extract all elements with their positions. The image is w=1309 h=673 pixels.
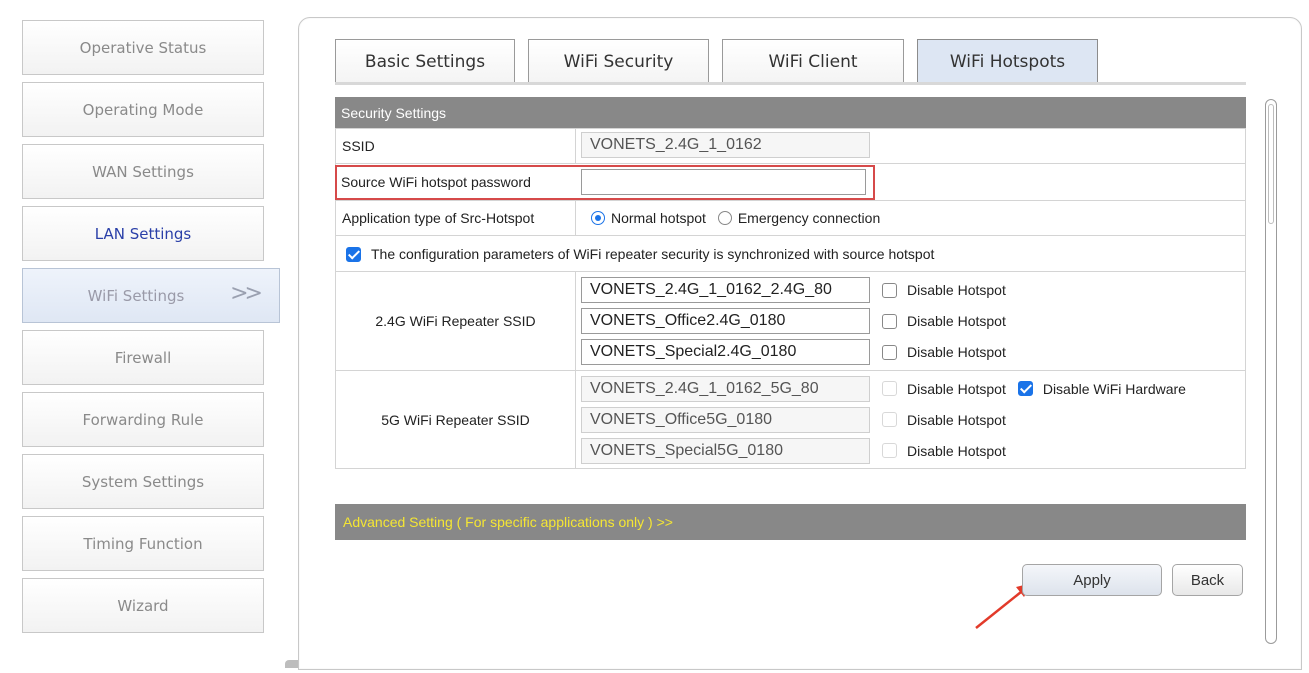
ssid-cell: VONETS_2.4G_1_0162 — [575, 128, 1246, 164]
sidebar-item-wifi-settings[interactable]: WiFi Settings >> — [22, 268, 280, 323]
disable-hotspot-checkbox[interactable] — [882, 313, 897, 329]
sidebar-item-label: Operative Status — [79, 38, 207, 57]
repeater-24-entry: VONETS_Office2.4G_0180 Disable Hotspot — [581, 306, 1245, 337]
disable-wifi-hardware-checkbox[interactable] — [1017, 381, 1033, 396]
tab-bar: Basic Settings WiFi Security WiFi Client… — [335, 39, 1111, 84]
sidebar-item-label: Operating Mode — [82, 100, 204, 119]
ssid-label: SSID — [335, 128, 576, 164]
sidebar-item-label: LAN Settings — [94, 224, 192, 243]
repeater-5-entry: VONETS_2.4G_1_0162_5G_80 Disable Hotspot… — [581, 373, 1245, 404]
repeater-5-ssid-field: VONETS_Special5G_0180 — [581, 437, 870, 464]
sync-cell: The configuration parameters of WiFi rep… — [335, 235, 1246, 272]
disable-hotspot-label: Disable Hotspot — [907, 411, 1006, 428]
sidebar-item-system-settings[interactable]: System Settings — [22, 454, 264, 509]
tab-underline — [335, 82, 1246, 85]
repeater-24-entry: VONETS_2.4G_1_0162_2.4G_80 Disable Hotsp… — [581, 275, 1245, 306]
sidebar-item-operative-status[interactable]: Operative Status — [22, 20, 264, 75]
ssid-row: SSID VONETS_2.4G_1_0162 — [335, 128, 1246, 164]
sidebar-item-firewall[interactable]: Firewall — [22, 330, 264, 385]
sync-checkbox[interactable] — [346, 246, 361, 262]
repeater-5-row: 5G WiFi Repeater SSID VONETS_2.4G_1_0162… — [335, 370, 1246, 469]
sidebar-item-operating-mode[interactable]: Operating Mode — [22, 82, 264, 137]
sidebar-item-label: Forwarding Rule — [82, 410, 204, 429]
app-type-row: Application type of Src-Hotspot Normal h… — [335, 200, 1246, 236]
sidebar-item-label: Timing Function — [83, 534, 203, 553]
ssid-field: VONETS_2.4G_1_0162 — [581, 131, 870, 158]
disable-hotspot-checkbox[interactable] — [882, 344, 897, 360]
disable-hotspot-checkbox[interactable] — [882, 443, 897, 458]
router-settings-page: Operative Status Operating Mode WAN Sett… — [0, 0, 1309, 673]
password-label: Source WiFi hotspot password — [341, 174, 531, 190]
password-highlight-box: Source WiFi hotspot password — [335, 164, 875, 200]
password-row: Source WiFi hotspot password — [335, 163, 1246, 201]
repeater-24-row: 2.4G WiFi Repeater SSID VONETS_2.4G_1_01… — [335, 271, 1246, 371]
disable-hotspot-label: Disable Hotspot — [907, 313, 1006, 329]
vertical-scrollbar[interactable] — [1265, 99, 1277, 644]
settings-table: SSID VONETS_2.4G_1_0162 Source WiFi hots… — [335, 128, 1246, 469]
repeater-5-label: 5G WiFi Repeater SSID — [335, 370, 576, 469]
tab-basic-settings[interactable]: Basic Settings — [335, 39, 515, 84]
sidebar-item-wan-settings[interactable]: WAN Settings — [22, 144, 264, 199]
repeater-24-ssid-input[interactable]: VONETS_Special2.4G_0180 — [581, 339, 870, 365]
disable-hotspot-label: Disable Hotspot — [907, 344, 1006, 360]
sidebar-item-label: WiFi Settings — [87, 286, 185, 305]
repeater-24-ssid-input[interactable]: VONETS_2.4G_1_0162_2.4G_80 — [581, 277, 870, 303]
disable-hotspot-label: Disable Hotspot — [907, 442, 1006, 459]
sidebar-item-label: WAN Settings — [92, 162, 194, 181]
tab-label: WiFi Security — [563, 51, 674, 72]
back-button[interactable]: Back — [1172, 564, 1243, 596]
radio-emergency-connection-label: Emergency connection — [737, 210, 881, 226]
main-panel: Basic Settings WiFi Security WiFi Client… — [298, 17, 1302, 670]
repeater-5-entry: VONETS_Office5G_0180 Disable Hotspot — [581, 404, 1245, 435]
repeater-5-entry: VONETS_Special5G_0180 Disable Hotspot — [581, 435, 1245, 466]
repeater-5-ssid-field: VONETS_2.4G_1_0162_5G_80 — [581, 375, 870, 402]
radio-emergency-connection[interactable] — [717, 211, 732, 225]
sidebar-item-timing-function[interactable]: Timing Function — [22, 516, 264, 571]
disable-hotspot-checkbox[interactable] — [882, 381, 897, 396]
radio-normal-hotspot[interactable] — [591, 211, 605, 225]
tab-label: WiFi Hotspots — [949, 51, 1066, 72]
repeater-5-cell: VONETS_2.4G_1_0162_5G_80 Disable Hotspot… — [575, 370, 1246, 469]
advanced-setting-link[interactable]: Advanced Setting ( For specific applicat… — [335, 504, 1246, 540]
back-button-label: Back — [1190, 571, 1225, 589]
disable-hotspot-checkbox[interactable] — [882, 282, 897, 298]
sidebar-item-lan-settings[interactable]: LAN Settings — [22, 206, 264, 261]
sidebar-item-forwarding-rule[interactable]: Forwarding Rule — [22, 392, 264, 447]
repeater-24-ssid-input[interactable]: VONETS_Office2.4G_0180 — [581, 308, 870, 334]
sidebar-item-wizard[interactable]: Wizard — [22, 578, 264, 633]
tab-wifi-security[interactable]: WiFi Security — [528, 39, 709, 84]
sidebar-item-label: Firewall — [114, 348, 172, 367]
tab-wifi-hotspots[interactable]: WiFi Hotspots — [917, 39, 1098, 84]
apply-button[interactable]: Apply — [1022, 564, 1162, 596]
disable-hotspot-label: Disable Hotspot — [907, 380, 1006, 397]
sidebar-nav: Operative Status Operating Mode WAN Sett… — [22, 20, 280, 640]
repeater-24-entry: VONETS_Special2.4G_0180 Disable Hotspot — [581, 337, 1245, 368]
repeater-24-cell: VONETS_2.4G_1_0162_2.4G_80 Disable Hotsp… — [575, 271, 1246, 371]
app-type-label: Application type of Src-Hotspot — [335, 200, 576, 236]
sync-label: The configuration parameters of WiFi rep… — [371, 245, 935, 262]
disable-wifi-hardware-label: Disable WiFi Hardware — [1042, 380, 1186, 397]
radio-normal-hotspot-label: Normal hotspot — [611, 210, 706, 226]
disable-hotspot-label: Disable Hotspot — [907, 282, 1006, 298]
sync-row: The configuration parameters of WiFi rep… — [335, 235, 1246, 272]
sidebar-item-label: Wizard — [117, 596, 169, 615]
disable-hotspot-checkbox[interactable] — [882, 412, 897, 427]
sidebar-item-label: System Settings — [81, 472, 205, 491]
apply-button-label: Apply — [1073, 571, 1111, 589]
password-cell: Source WiFi hotspot password — [335, 163, 1246, 201]
app-type-options: Normal hotspot Emergency connection — [575, 200, 1246, 236]
tab-label: Basic Settings — [364, 51, 486, 72]
tab-wifi-client[interactable]: WiFi Client — [722, 39, 904, 84]
repeater-24-label: 2.4G WiFi Repeater SSID — [335, 271, 576, 371]
tab-label: WiFi Client — [768, 51, 858, 72]
scrollbar-thumb[interactable] — [1268, 104, 1274, 224]
password-input[interactable] — [581, 169, 866, 195]
section-title: Security Settings — [341, 104, 447, 121]
advanced-setting-label: Advanced Setting ( For specific applicat… — [343, 514, 673, 530]
repeater-5-ssid-field: VONETS_Office5G_0180 — [581, 406, 870, 433]
double-chevron-right-icon: >> — [230, 281, 263, 306]
section-header: Security Settings — [335, 97, 1246, 128]
security-settings-form: Security Settings SSID VONETS_2.4G_1_016… — [335, 97, 1246, 469]
